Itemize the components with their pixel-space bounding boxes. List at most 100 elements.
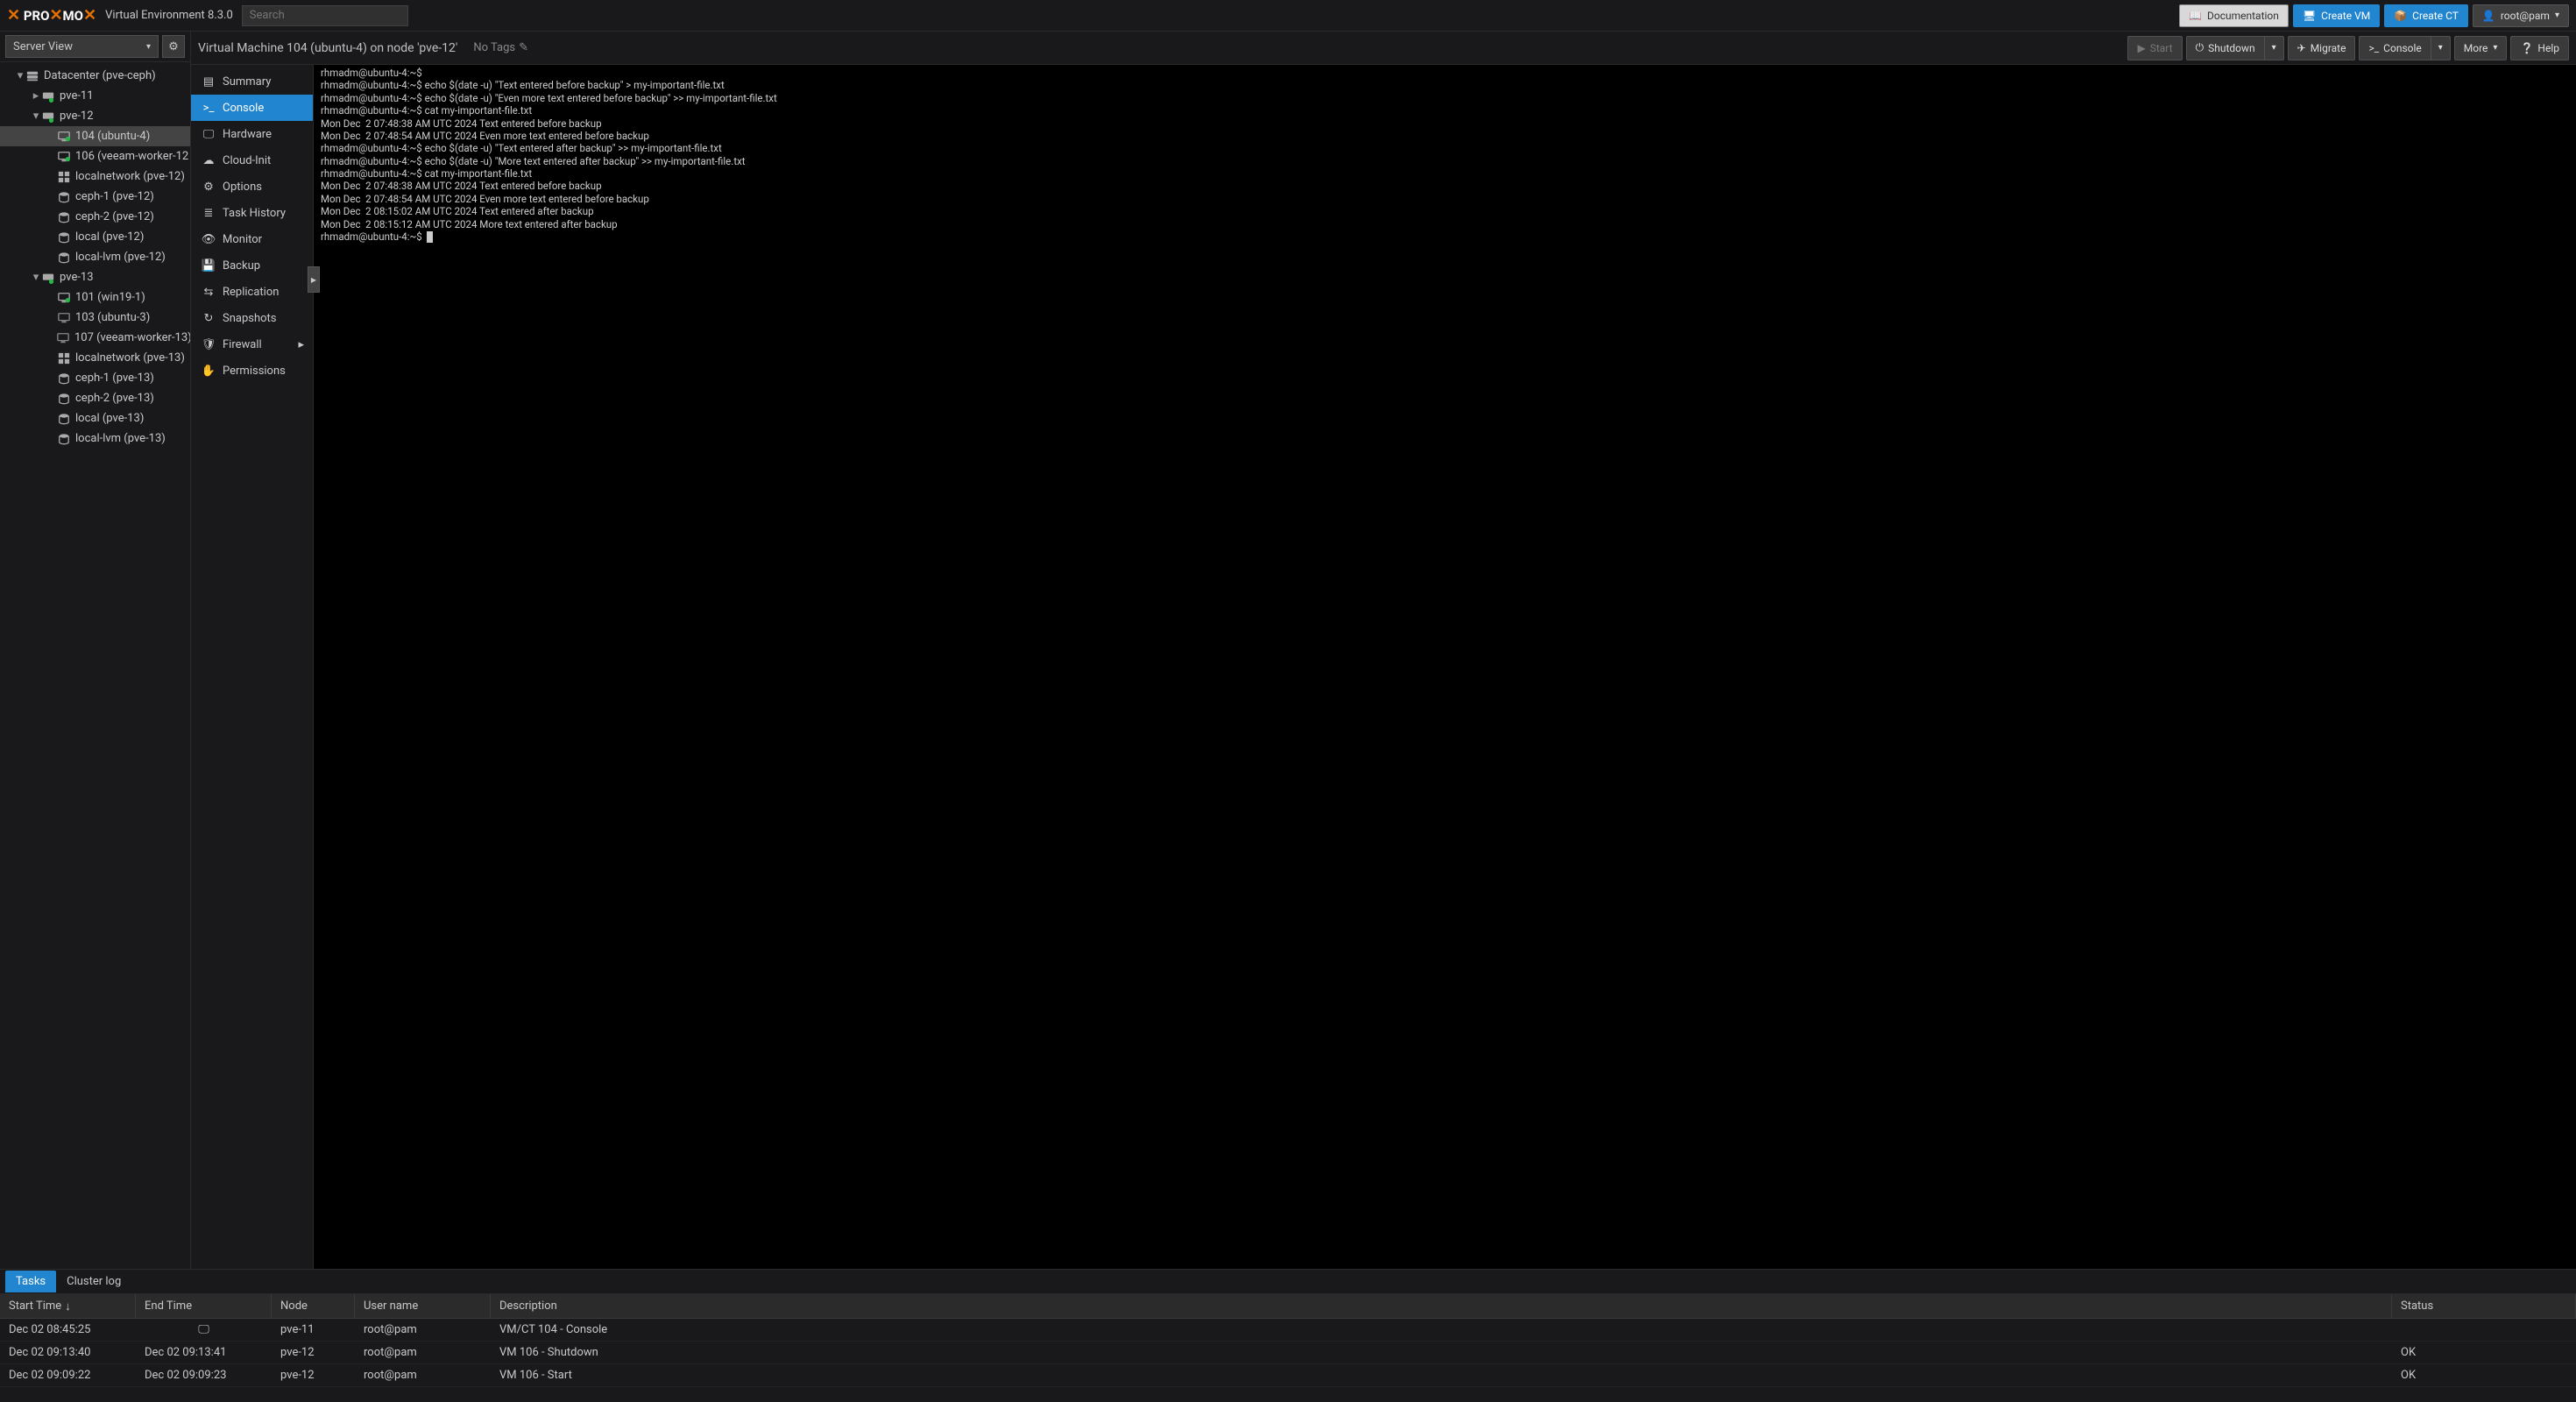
col-start-time[interactable]: Start Time↓ bbox=[0, 1294, 136, 1318]
storage-icon bbox=[58, 211, 75, 223]
collapse-menu-handle[interactable]: ▶ bbox=[308, 266, 320, 293]
desktop-icon: 🖥 bbox=[2303, 10, 2316, 22]
task-row[interactable]: Dec 02 08:45:25🖵pve-11root@pamVM/CT 104 … bbox=[0, 1319, 2576, 1342]
tree-item[interactable]: 107 (veeam-worker-13) bbox=[0, 328, 190, 348]
tree-item[interactable]: ceph-2 (pve-12) bbox=[0, 207, 190, 227]
task-row[interactable]: Dec 02 09:13:40Dec 02 09:13:41pve-12root… bbox=[0, 1342, 2576, 1364]
tree-caret-icon[interactable]: ▾ bbox=[30, 110, 42, 123]
chevron-down-icon: ▾ bbox=[2493, 43, 2497, 53]
menu-item-backup[interactable]: 💾 Backup bbox=[191, 252, 313, 279]
menu-item-label: Console bbox=[223, 102, 264, 115]
cell-status: OK bbox=[2392, 1369, 2576, 1382]
vm-console[interactable]: rhmadm@ubuntu-4:~$rhmadm@ubuntu-4:~$ ech… bbox=[314, 65, 2576, 1269]
node-icon bbox=[42, 90, 60, 103]
col-node[interactable]: Node bbox=[272, 1294, 355, 1318]
tree-item-label: localnetwork (pve-12) bbox=[75, 170, 185, 183]
tree-item[interactable]: localnetwork (pve-12) bbox=[0, 166, 190, 187]
content-header: Virtual Machine 104 (ubuntu-4) on node '… bbox=[191, 32, 2576, 65]
cell-desc: VM/CT 104 - Console bbox=[491, 1323, 2392, 1336]
menu-item-replication[interactable]: ⇆Replication bbox=[191, 279, 313, 305]
play-icon: ▶ bbox=[2137, 42, 2145, 54]
storage-icon bbox=[58, 251, 75, 264]
tree-item-label: 107 (veeam-worker-13) bbox=[74, 331, 190, 344]
menu-item-label: Task History bbox=[223, 207, 286, 220]
vm-icon bbox=[58, 131, 75, 143]
datacenter-icon bbox=[26, 70, 44, 82]
tree-item-label: 103 (ubuntu-3) bbox=[75, 311, 150, 324]
tree-caret-icon[interactable]: ▸ bbox=[30, 89, 42, 103]
create-ct-button[interactable]: 📦Create CT bbox=[2384, 4, 2468, 27]
view-selector-dropdown[interactable]: Server View ▾ bbox=[5, 35, 159, 58]
shutdown-button[interactable]: ⏻Shutdown bbox=[2186, 36, 2265, 60]
cell-desc: VM 106 - Shutdown bbox=[491, 1346, 2392, 1359]
resource-tree[interactable]: ▾Datacenter (pve-ceph)▸pve-11▾pve-12104 … bbox=[0, 62, 190, 1269]
tree-item[interactable]: localnetwork (pve-13) bbox=[0, 348, 190, 368]
console-button[interactable]: >_Console bbox=[2359, 36, 2431, 60]
tree-item[interactable]: 101 (win19-1) bbox=[0, 287, 190, 308]
tags-area[interactable]: No Tags✎ bbox=[473, 41, 528, 54]
shutdown-dropdown[interactable]: ▾ bbox=[2265, 36, 2284, 60]
col-status[interactable]: Status bbox=[2392, 1294, 2576, 1318]
menu-item-cloud-init[interactable]: ☁Cloud-Init bbox=[191, 147, 313, 173]
console-line: rhmadm@ubuntu-4:~$ echo $(date -u) "Text… bbox=[321, 79, 2569, 91]
tree-caret-icon[interactable]: ▾ bbox=[14, 69, 26, 82]
cell-user: root@pam bbox=[355, 1369, 491, 1382]
hand-icon: ✋ bbox=[200, 365, 217, 378]
storage-icon bbox=[58, 191, 75, 203]
create-vm-button[interactable]: 🖥Create VM bbox=[2293, 4, 2380, 27]
menu-item-label: Hardware bbox=[223, 128, 272, 141]
tree-item[interactable]: 104 (ubuntu-4) bbox=[0, 126, 190, 146]
start-button[interactable]: ▶Start bbox=[2127, 36, 2182, 60]
col-user[interactable]: User name bbox=[355, 1294, 491, 1318]
tab-cluster-log[interactable]: Cluster log bbox=[56, 1271, 131, 1292]
menu-item-summary[interactable]: ▤Summary bbox=[191, 68, 313, 95]
tree-item[interactable]: local-lvm (pve-13) bbox=[0, 428, 190, 449]
tree-item[interactable]: 103 (ubuntu-3) bbox=[0, 308, 190, 328]
task-row[interactable]: Dec 02 09:09:22Dec 02 09:09:23pve-12root… bbox=[0, 1364, 2576, 1387]
tree-item[interactable]: local-lvm (pve-12) bbox=[0, 247, 190, 267]
chevron-down-icon: ▾ bbox=[2438, 43, 2443, 53]
col-description[interactable]: Description bbox=[491, 1294, 2392, 1318]
cell-end: 🖵 bbox=[136, 1323, 272, 1336]
tree-item-label: ceph-2 (pve-12) bbox=[75, 210, 154, 223]
menu-item-task-history[interactable]: ≣Task History bbox=[191, 200, 313, 226]
more-button[interactable]: More▾ bbox=[2454, 36, 2508, 60]
tree-item[interactable]: ceph-1 (pve-12) bbox=[0, 187, 190, 207]
menu-item-console[interactable]: >_Console bbox=[191, 95, 313, 121]
help-button[interactable]: ❔Help bbox=[2510, 36, 2569, 60]
tree-item[interactable]: local (pve-13) bbox=[0, 408, 190, 428]
menu-item-hardware[interactable]: 🖵Hardware bbox=[191, 121, 313, 147]
sort-down-icon: ↓ bbox=[65, 1299, 71, 1313]
tree-item[interactable]: ceph-1 (pve-13) bbox=[0, 368, 190, 388]
search-input[interactable] bbox=[242, 5, 408, 26]
user-menu-button[interactable]: 👤root@pam▾ bbox=[2473, 4, 2569, 27]
tree-settings-button[interactable]: ⚙ bbox=[162, 35, 185, 58]
tree-item[interactable]: ▾pve-12 bbox=[0, 106, 190, 126]
tree-item[interactable]: ▾Datacenter (pve-ceph) bbox=[0, 66, 190, 86]
documentation-button[interactable]: 📖Documentation bbox=[2179, 4, 2289, 27]
menu-item-label: Backup bbox=[223, 259, 260, 273]
menu-item-snapshots[interactable]: ↻Snapshots bbox=[191, 305, 313, 331]
tree-item[interactable]: ceph-2 (pve-13) bbox=[0, 388, 190, 408]
tree-item[interactable]: ▸pve-11 bbox=[0, 86, 190, 106]
tab-tasks[interactable]: Tasks bbox=[5, 1271, 56, 1292]
cell-node: pve-12 bbox=[272, 1369, 355, 1382]
migrate-button[interactable]: ✈Migrate bbox=[2288, 36, 2356, 60]
retweet-icon: ⇆ bbox=[200, 286, 217, 299]
tree-item-label: 101 (win19-1) bbox=[75, 291, 145, 304]
console-line: Mon Dec 2 07:48:38 AM UTC 2024 Text ente… bbox=[321, 117, 2569, 130]
save-icon: 💾 bbox=[200, 259, 217, 273]
tree-item[interactable]: ▾pve-13 bbox=[0, 267, 190, 287]
menu-item-options[interactable]: ⚙Options bbox=[191, 173, 313, 200]
pencil-icon: ✎ bbox=[519, 41, 528, 54]
col-end-time[interactable]: End Time bbox=[136, 1294, 272, 1318]
menu-item-permissions[interactable]: ✋Permissions bbox=[191, 358, 313, 384]
console-dropdown[interactable]: ▾ bbox=[2431, 36, 2451, 60]
menu-item-label: Firewall bbox=[223, 338, 262, 351]
menu-item-monitor[interactable]: 👁Monitor bbox=[191, 226, 313, 252]
chevron-down-icon: ▾ bbox=[2555, 11, 2559, 20]
tree-caret-icon[interactable]: ▾ bbox=[30, 271, 42, 284]
tree-item[interactable]: 106 (veeam-worker-12 bbox=[0, 146, 190, 166]
menu-item-firewall[interactable]: 🛡Firewall▸ bbox=[191, 331, 313, 358]
tree-item[interactable]: local (pve-12) bbox=[0, 227, 190, 247]
